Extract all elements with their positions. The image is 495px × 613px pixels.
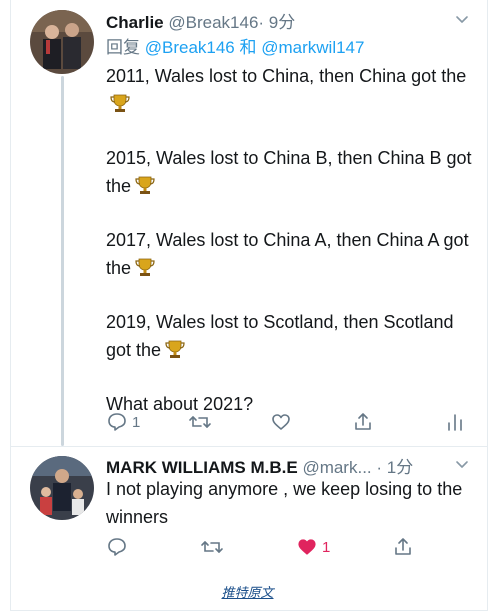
- reply-handle-link[interactable]: @markwil147: [261, 38, 364, 57]
- share-button[interactable]: [352, 411, 374, 433]
- trophy-icon: [109, 92, 131, 122]
- original-tweet-link[interactable]: 推特原文: [0, 582, 495, 601]
- avatar-mark-williams[interactable]: [30, 456, 94, 520]
- share-icon: [395, 538, 411, 555]
- paragraph-text: 2017, Wales lost to China A, then China …: [106, 230, 469, 278]
- analytics-button[interactable]: [446, 411, 464, 433]
- reply-joiner: 和: [239, 38, 257, 57]
- share-icon: [355, 413, 371, 430]
- author-name[interactable]: Charlie: [106, 13, 164, 32]
- retweet-icon: [189, 416, 211, 428]
- paragraph-text: 2019, Wales lost to Scotland, then Scotl…: [106, 312, 454, 360]
- trophy-icon: [164, 338, 186, 368]
- chevron-down-icon[interactable]: [455, 13, 469, 27]
- reply-icon: [108, 538, 126, 556]
- reply-icon: [108, 413, 126, 431]
- like-button[interactable]: 1: [296, 536, 330, 558]
- tweet-paragraph: 2015, Wales lost to China B, then China …: [106, 144, 476, 204]
- trophy-icon: [134, 256, 156, 286]
- paragraph-text: 2015, Wales lost to China B, then China …: [106, 148, 472, 196]
- like-count: 1: [322, 538, 331, 556]
- reply-button[interactable]: [106, 536, 132, 558]
- tweet-header: Charlie @Break146· 9分: [106, 8, 295, 33]
- tweet-paragraph: 2019, Wales lost to Scotland, then Scotl…: [106, 308, 476, 368]
- tweet-body: I not playing anymore , we keep losing t…: [106, 475, 476, 531]
- thread-connector-line: [61, 76, 64, 446]
- reply-handle-link[interactable]: @Break146: [145, 38, 235, 57]
- avatar-photo-icon: [30, 10, 94, 74]
- avatar-charlie[interactable]: [30, 10, 94, 74]
- retweet-icon: [201, 541, 223, 553]
- author-handle[interactable]: @Break146: [168, 13, 258, 32]
- trophy-icon: [134, 174, 156, 204]
- paragraph-text: 2011, Wales lost to China, then China go…: [106, 66, 467, 86]
- reply-count: 1: [132, 413, 141, 431]
- reply-button[interactable]: 1: [106, 411, 140, 433]
- analytics-icon: [448, 414, 462, 431]
- chevron-down-icon[interactable]: [455, 458, 469, 472]
- retweet-button[interactable]: [188, 411, 216, 433]
- replying-to: 回复 @Break146 和 @markwil147: [106, 33, 364, 58]
- heart-icon: [272, 414, 290, 430]
- tweet-time[interactable]: · 9分: [258, 13, 295, 32]
- tweet-paragraph: 2011, Wales lost to China, then China go…: [106, 62, 476, 122]
- heart-filled-icon: [298, 539, 316, 555]
- like-button[interactable]: [270, 411, 296, 433]
- share-button[interactable]: [392, 536, 414, 558]
- reply-prefix: 回复: [106, 38, 140, 57]
- tweet-text: I not playing anymore , we keep losing t…: [106, 479, 463, 527]
- avatar-photo-icon: [30, 456, 94, 520]
- retweet-button[interactable]: [200, 536, 228, 558]
- tweet-paragraph: 2017, Wales lost to China A, then China …: [106, 226, 476, 286]
- tweet-body: 2011, Wales lost to China, then China go…: [106, 62, 476, 440]
- tweet-divider: [10, 446, 488, 447]
